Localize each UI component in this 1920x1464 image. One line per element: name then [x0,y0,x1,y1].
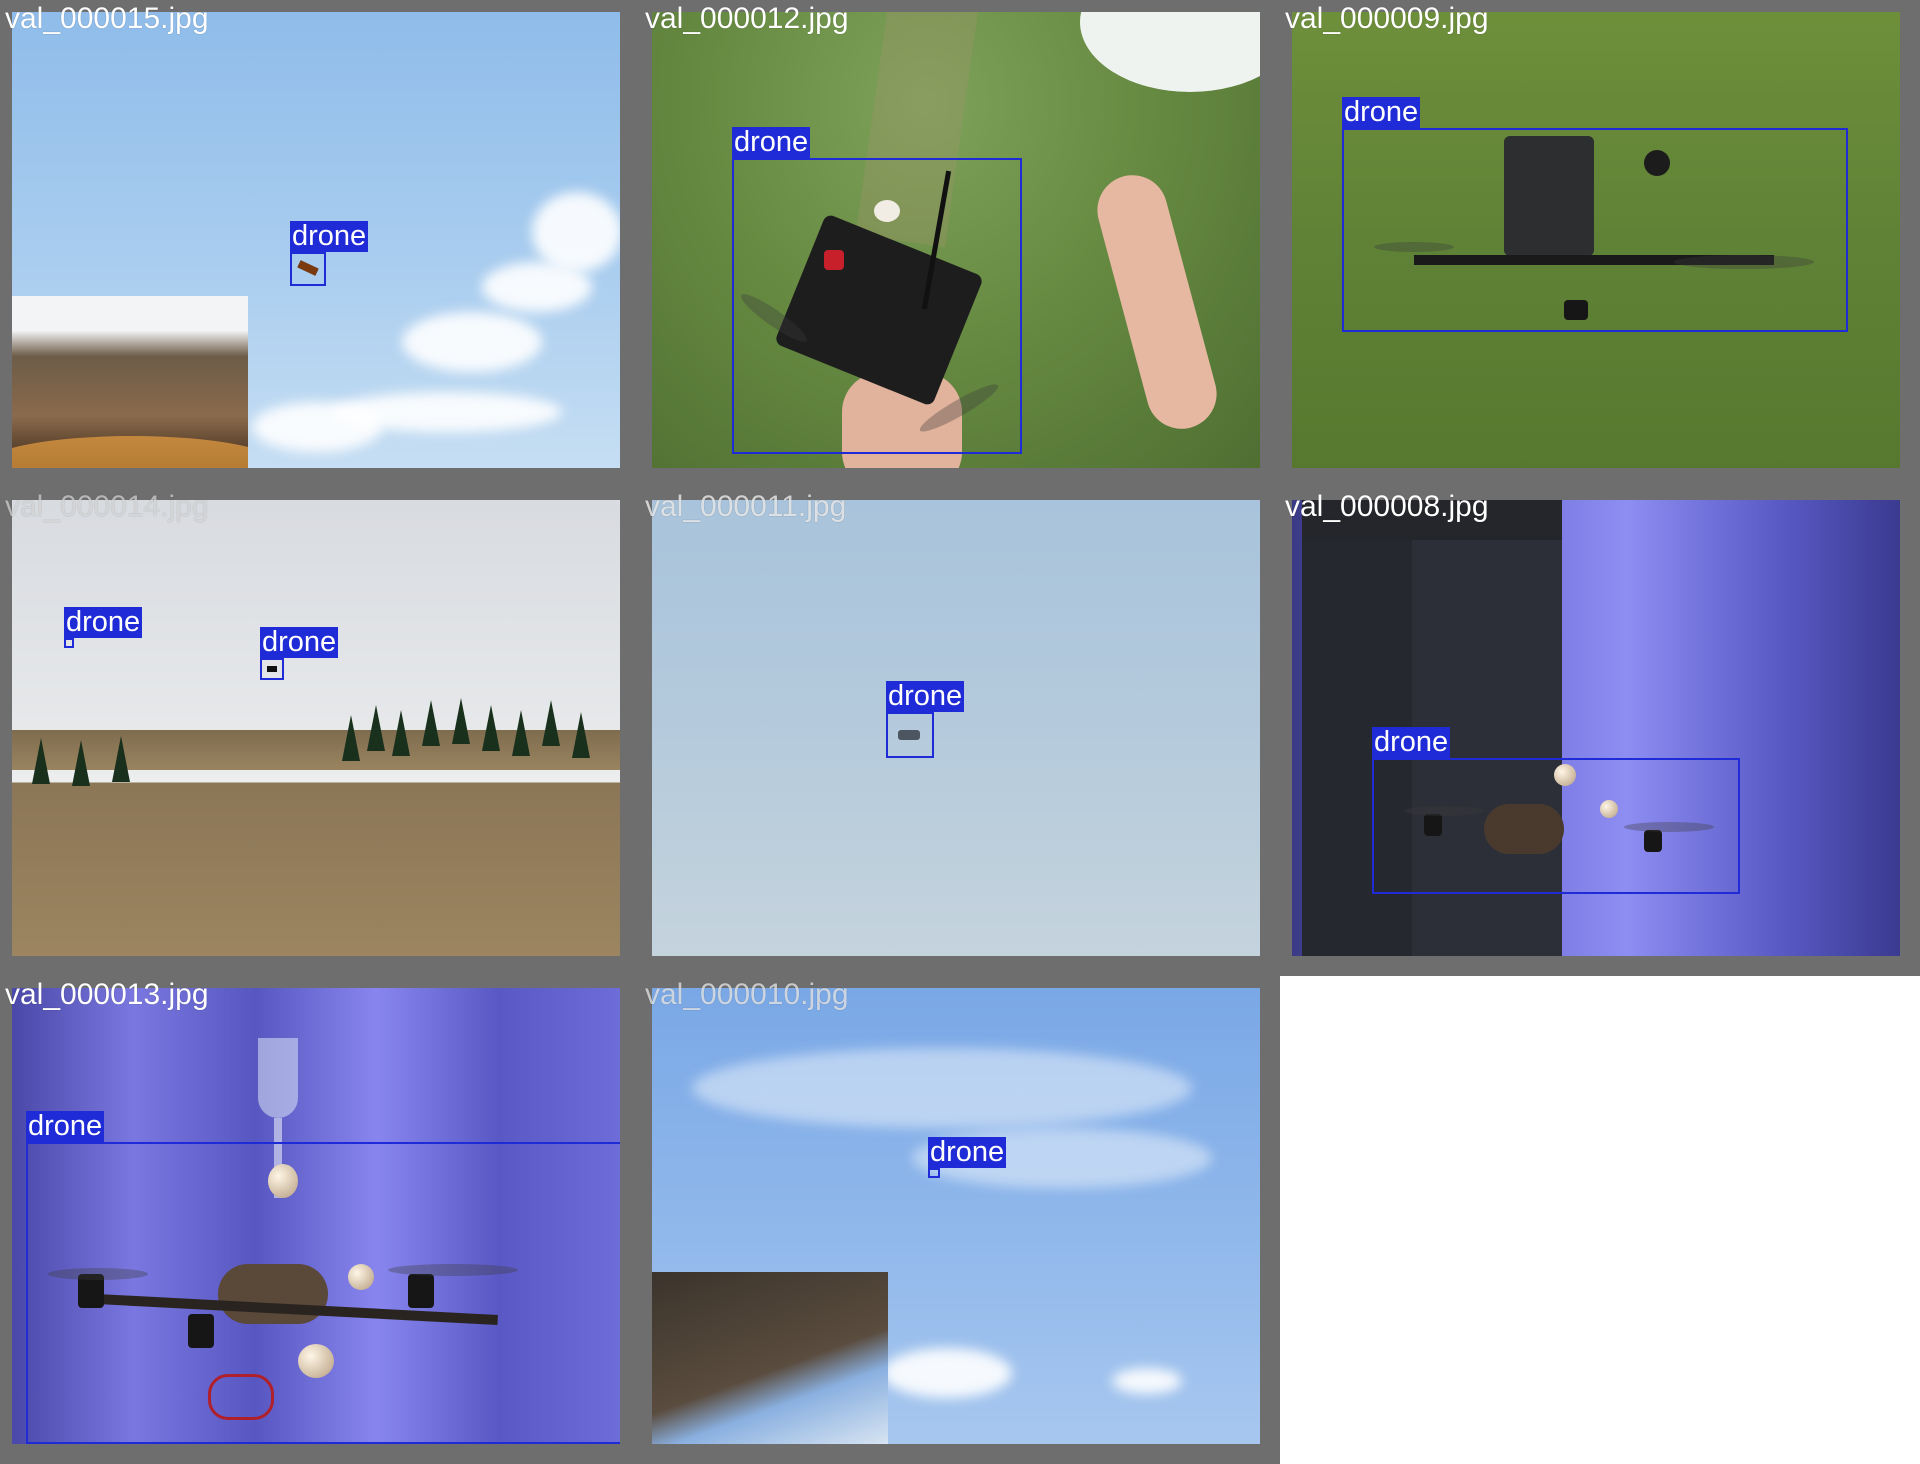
detection-label: drone [1342,96,1421,128]
filename-label: val_000015.jpg [5,2,209,35]
filename-label: val_000011.jpg [645,490,847,523]
filename-label: val_000014.jpg [5,490,209,523]
image-tile[interactable]: val_000013.jpg drone [0,976,640,1464]
image-tile[interactable]: val_000010.jpg drone [640,976,1280,1464]
filename-label: val_000013.jpg [5,978,209,1011]
filename-label: val_000008.jpg [1285,490,1489,523]
tile-image-studio-drone-glass: drone [12,988,620,1444]
filename-label: val_000009.jpg [1285,2,1489,35]
detection-label: drone [928,1136,1007,1168]
filename-label: val_000010.jpg [645,978,849,1011]
detection-label: drone [26,1110,105,1142]
image-tile[interactable]: val_000011.jpg drone [640,488,1280,976]
tile-image-sky: drone [12,12,620,468]
detection-label: drone [732,126,811,158]
detection-box: drone [290,221,369,286]
detection-label: drone [64,606,143,638]
tile-image-studio-legs: drone [1292,500,1900,956]
image-tile[interactable]: val_000012.jpg drone [640,0,1280,488]
detection-box: drone [260,627,339,680]
tile-image-grass: drone [1292,12,1900,468]
tile-image-field-trees: drone drone [12,500,620,956]
image-tile[interactable]: val_000009.jpg drone [1280,0,1920,488]
detection-label: drone [1372,726,1451,758]
tile-image-pale-sky: drone [652,500,1260,956]
detection-box: drone [1342,97,1848,332]
detection-box: drone [886,681,965,758]
detection-box: drone [928,1137,1007,1178]
tile-image-grass-handheld: drone [652,12,1260,468]
tile-image-blue-sky: drone [652,988,1260,1444]
detection-label: drone [260,626,339,658]
inset-camera-view [652,1272,888,1444]
detection-box: drone [26,1111,620,1444]
filename-label: val_000012.jpg [645,2,849,35]
detection-box: drone [1372,727,1740,894]
detection-box: drone [732,127,1022,454]
image-tile[interactable]: val_000015.jpg drone [0,0,640,488]
image-tile[interactable]: val_000008.jpg drone [1280,488,1920,976]
detection-label: drone [290,220,369,252]
image-tile[interactable]: val_000014.jpg drone drone [0,488,640,976]
detection-box: drone [64,607,143,648]
detection-label: drone [886,680,965,712]
inset-camera-view [12,296,248,468]
